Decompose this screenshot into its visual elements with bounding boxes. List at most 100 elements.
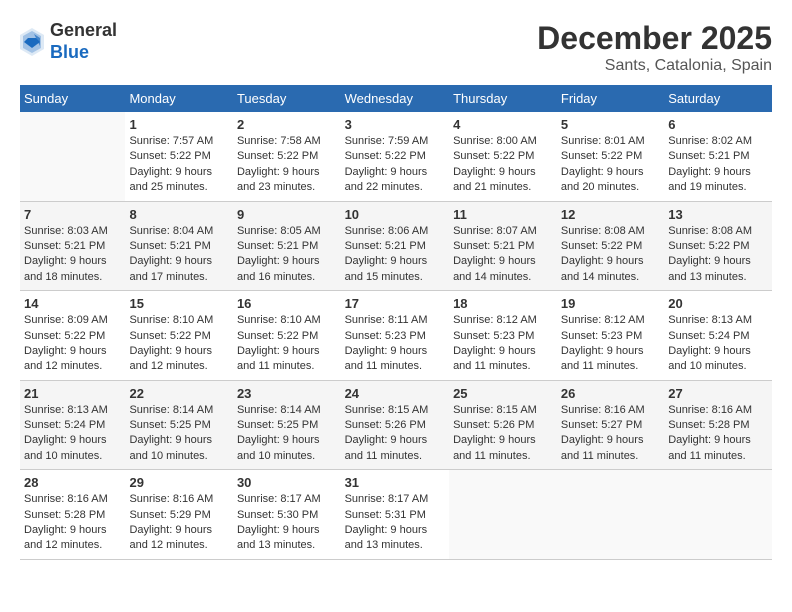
weekday-header: Sunday [20, 85, 125, 112]
location-title: Sants, Catalonia, Spain [537, 57, 772, 75]
day-info: Sunrise: 8:16 AM Sunset: 5:29 PM Dayligh… [129, 492, 228, 554]
day-number: 28 [24, 475, 121, 490]
calendar-cell: 19 Sunrise: 8:12 AM Sunset: 5:23 PM Dayli… [557, 291, 664, 381]
weekday-header: Wednesday [341, 85, 449, 112]
calendar-cell: 4 Sunrise: 8:00 AM Sunset: 5:22 PM Daylig… [449, 112, 557, 201]
day-number: 29 [129, 475, 228, 490]
day-info: Sunrise: 8:07 AM Sunset: 5:21 PM Dayligh… [453, 224, 553, 286]
day-number: 2 [237, 117, 337, 132]
day-info: Sunrise: 8:10 AM Sunset: 5:22 PM Dayligh… [129, 313, 228, 375]
day-number: 30 [237, 475, 337, 490]
calendar-cell: 20Sunrise: 8:13 AM Sunset: 5:24 PM Dayli… [664, 291, 772, 381]
calendar-header-row: SundayMondayTuesdayWednesdayThursdayFrid… [20, 85, 772, 112]
calendar-cell: 17Sunrise: 8:11 AM Sunset: 5:23 PM Dayli… [341, 291, 449, 381]
calendar-week-row: 28 Sunrise: 8:16 AM Sunset: 5:28 PM Dayli… [20, 470, 772, 560]
day-info: Sunrise: 8:08 AM Sunset: 5:22 PM Dayligh… [561, 224, 660, 286]
day-number: 10 [345, 207, 445, 222]
day-info: Sunrise: 8:15 AM Sunset: 5:26 PM Dayligh… [453, 403, 553, 465]
day-number: 12 [561, 207, 660, 222]
day-number: 25 [453, 386, 553, 401]
weekday-header: Friday [557, 85, 664, 112]
weekday-header: Saturday [664, 85, 772, 112]
page-header: General Blue December 2025 Sants, Catalo… [20, 20, 772, 75]
calendar-cell: 30Sunrise: 8:17 AM Sunset: 5:30 PM Dayli… [233, 470, 341, 560]
calendar-cell: 6 Sunrise: 8:02 AM Sunset: 5:21 PM Daylig… [664, 112, 772, 201]
day-number: 9 [237, 207, 337, 222]
day-info: Sunrise: 8:17 AM Sunset: 5:31 PM Dayligh… [345, 492, 445, 554]
day-number: 16 [237, 296, 337, 311]
day-info: Sunrise: 8:00 AM Sunset: 5:22 PM Dayligh… [453, 134, 553, 196]
day-info: Sunrise: 8:16 AM Sunset: 5:28 PM Dayligh… [668, 403, 768, 465]
calendar-cell: 1 Sunrise: 7:57 AM Sunset: 5:22 PM Daylig… [125, 112, 232, 201]
calendar-cell: 18 Sunrise: 8:12 AM Sunset: 5:23 PM Dayli… [449, 291, 557, 381]
day-number: 22 [129, 386, 228, 401]
day-number: 13 [668, 207, 768, 222]
weekday-header: Thursday [449, 85, 557, 112]
day-number: 11 [453, 207, 553, 222]
calendar-cell: 14 Sunrise: 8:09 AM Sunset: 5:22 PM Dayli… [20, 291, 125, 381]
calendar-cell [557, 470, 664, 560]
calendar-cell: 7 Sunrise: 8:03 AM Sunset: 5:21 PM Daylig… [20, 201, 125, 291]
calendar-cell: 22Sunrise: 8:14 AM Sunset: 5:25 PM Dayli… [125, 380, 232, 470]
day-number: 19 [561, 296, 660, 311]
calendar-cell: 10 Sunrise: 8:06 AM Sunset: 5:21 PM Dayli… [341, 201, 449, 291]
month-title: December 2025 [537, 20, 772, 57]
day-number: 4 [453, 117, 553, 132]
day-info: Sunrise: 8:08 AM Sunset: 5:22 PM Dayligh… [668, 224, 768, 286]
logo: General Blue [20, 20, 117, 63]
day-info: Sunrise: 8:03 AM Sunset: 5:21 PM Dayligh… [24, 224, 121, 286]
calendar-cell: 12 Sunrise: 8:08 AM Sunset: 5:22 PM Dayli… [557, 201, 664, 291]
calendar-week-row: 21 Sunrise: 8:13 AM Sunset: 5:24 PM Dayli… [20, 380, 772, 470]
day-info: Sunrise: 8:14 AM Sunset: 5:25 PM Dayligh… [237, 403, 337, 465]
day-number: 7 [24, 207, 121, 222]
day-number: 1 [129, 117, 228, 132]
calendar-cell: 3 Sunrise: 7:59 AM Sunset: 5:22 PM Daylig… [341, 112, 449, 201]
day-number: 31 [345, 475, 445, 490]
calendar-cell: 13 Sunrise: 8:08 AM Sunset: 5:22 PM Dayli… [664, 201, 772, 291]
logo-text: General Blue [50, 20, 117, 63]
calendar-cell: 9 Sunrise: 8:05 AM Sunset: 5:21 PM Daylig… [233, 201, 341, 291]
day-info: Sunrise: 8:12 AM Sunset: 5:23 PM Dayligh… [561, 313, 660, 375]
day-info: Sunrise: 8:13 AM Sunset: 5:24 PM Dayligh… [24, 403, 121, 465]
day-info: Sunrise: 8:05 AM Sunset: 5:21 PM Dayligh… [237, 224, 337, 286]
calendar-week-row: 7 Sunrise: 8:03 AM Sunset: 5:21 PM Daylig… [20, 201, 772, 291]
day-number: 18 [453, 296, 553, 311]
day-number: 6 [668, 117, 768, 132]
calendar-cell [20, 112, 125, 201]
logo-general: General [50, 20, 117, 40]
calendar-cell: 5Sunrise: 8:01 AM Sunset: 5:22 PM Daylig… [557, 112, 664, 201]
day-info: Sunrise: 8:09 AM Sunset: 5:22 PM Dayligh… [24, 313, 121, 375]
day-number: 14 [24, 296, 121, 311]
day-number: 15 [129, 296, 228, 311]
day-info: Sunrise: 8:13 AM Sunset: 5:24 PM Dayligh… [668, 313, 768, 375]
calendar-cell: 26 Sunrise: 8:16 AM Sunset: 5:27 PM Dayli… [557, 380, 664, 470]
day-info: Sunrise: 8:15 AM Sunset: 5:26 PM Dayligh… [345, 403, 445, 465]
day-info: Sunrise: 8:12 AM Sunset: 5:23 PM Dayligh… [453, 313, 553, 375]
day-info: Sunrise: 8:01 AM Sunset: 5:22 PM Dayligh… [561, 134, 660, 196]
day-info: Sunrise: 7:59 AM Sunset: 5:22 PM Dayligh… [345, 134, 445, 196]
calendar-cell: 23 Sunrise: 8:14 AM Sunset: 5:25 PM Dayli… [233, 380, 341, 470]
calendar-cell: 27 Sunrise: 8:16 AM Sunset: 5:28 PM Dayli… [664, 380, 772, 470]
calendar-cell: 28 Sunrise: 8:16 AM Sunset: 5:28 PM Dayli… [20, 470, 125, 560]
day-info: Sunrise: 7:57 AM Sunset: 5:22 PM Dayligh… [129, 134, 228, 196]
calendar-cell: 24 Sunrise: 8:15 AM Sunset: 5:26 PM Dayli… [341, 380, 449, 470]
calendar-cell: 11 Sunrise: 8:07 AM Sunset: 5:21 PM Dayli… [449, 201, 557, 291]
day-info: Sunrise: 8:06 AM Sunset: 5:21 PM Dayligh… [345, 224, 445, 286]
day-number: 3 [345, 117, 445, 132]
day-info: Sunrise: 8:10 AM Sunset: 5:22 PM Dayligh… [237, 313, 337, 375]
day-number: 24 [345, 386, 445, 401]
calendar-cell: 29 Sunrise: 8:16 AM Sunset: 5:29 PM Dayli… [125, 470, 232, 560]
day-number: 27 [668, 386, 768, 401]
calendar-week-row: 14 Sunrise: 8:09 AM Sunset: 5:22 PM Dayli… [20, 291, 772, 381]
day-info: Sunrise: 8:11 AM Sunset: 5:23 PM Dayligh… [345, 313, 445, 375]
day-info: Sunrise: 8:16 AM Sunset: 5:27 PM Dayligh… [561, 403, 660, 465]
day-info: Sunrise: 8:16 AM Sunset: 5:28 PM Dayligh… [24, 492, 121, 554]
weekday-header: Monday [125, 85, 232, 112]
day-number: 21 [24, 386, 121, 401]
day-info: Sunrise: 8:02 AM Sunset: 5:21 PM Dayligh… [668, 134, 768, 196]
day-number: 23 [237, 386, 337, 401]
calendar-cell: 2Sunrise: 7:58 AM Sunset: 5:22 PM Daylig… [233, 112, 341, 201]
calendar-cell: 25 Sunrise: 8:15 AM Sunset: 5:26 PM Dayli… [449, 380, 557, 470]
day-number: 26 [561, 386, 660, 401]
calendar-cell [664, 470, 772, 560]
